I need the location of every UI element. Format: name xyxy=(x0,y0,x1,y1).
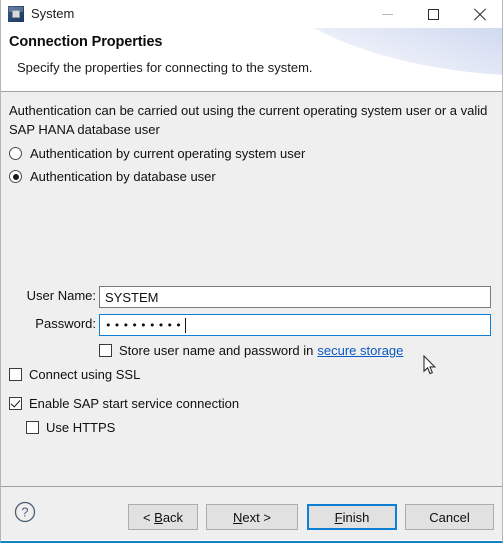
finish-suffix: inish xyxy=(342,509,370,525)
back-prefix: < xyxy=(142,509,155,525)
window-title: System xyxy=(31,6,75,21)
checkbox-store-credentials[interactable]: Store user name and password in secure s… xyxy=(99,343,403,358)
checkbox-indicator xyxy=(99,344,112,357)
next-mnemonic: N xyxy=(233,509,243,525)
password-input[interactable]: ••••••••• xyxy=(99,314,491,336)
radio-auth-os-user[interactable]: Authentication by current operating syst… xyxy=(9,146,305,161)
checkbox-label: Store user name and password in xyxy=(119,343,314,358)
content-panel: Authentication can be carried out using … xyxy=(1,92,502,487)
page-title: Connection Properties xyxy=(9,34,163,50)
checkbox-connect-using-ssl[interactable]: Connect using SSL xyxy=(9,367,140,382)
cancel-button[interactable]: Cancel xyxy=(405,504,494,530)
radio-auth-database-user[interactable]: Authentication by database user xyxy=(9,169,216,184)
title-bar: System xyxy=(1,0,502,28)
radio-label: Authentication by current operating syst… xyxy=(30,146,306,161)
checkbox-use-https[interactable]: Use HTTPS xyxy=(26,420,115,435)
next-button[interactable]: Next > xyxy=(206,504,298,530)
back-mnemonic: B xyxy=(154,509,163,525)
finish-mnemonic: F xyxy=(334,509,343,525)
help-icon[interactable]: ? xyxy=(14,501,36,523)
back-suffix: ack xyxy=(162,509,184,525)
radio-indicator xyxy=(9,170,22,183)
cancel-label: Cancel xyxy=(429,509,470,525)
username-label: User Name: xyxy=(26,288,96,303)
back-button[interactable]: < Back xyxy=(128,504,198,530)
svg-text:?: ? xyxy=(22,506,29,520)
wizard-header: Connection Properties Specify the proper… xyxy=(1,28,502,92)
minimize-icon xyxy=(381,13,393,15)
password-masked-value: ••••••••• xyxy=(105,318,185,332)
maximize-button[interactable] xyxy=(410,0,456,28)
minimize-button[interactable] xyxy=(364,0,410,28)
close-icon xyxy=(473,8,486,21)
auth-description: Authentication can be carried out using … xyxy=(9,103,488,137)
dialog-window: System Connection Properties Specify the… xyxy=(0,0,503,543)
username-input[interactable] xyxy=(99,286,491,308)
password-label: Password: xyxy=(35,316,96,331)
checkbox-indicator xyxy=(9,368,22,381)
checkbox-label: Connect using SSL xyxy=(29,367,141,382)
radio-indicator xyxy=(9,147,22,160)
checkbox-indicator xyxy=(26,421,39,434)
system-window-icon xyxy=(8,6,24,22)
username-label-box: User Name: xyxy=(1,286,96,308)
secure-storage-link[interactable]: secure storage xyxy=(317,343,403,358)
radio-label: Authentication by database user xyxy=(30,169,216,184)
text-caret xyxy=(185,317,187,333)
checkbox-label: Enable SAP start service connection xyxy=(29,396,240,411)
close-button[interactable] xyxy=(456,0,502,28)
finish-button[interactable]: Finish xyxy=(307,504,397,530)
maximize-icon xyxy=(427,8,439,20)
checkbox-enable-sap-start-service[interactable]: Enable SAP start service connection xyxy=(9,396,239,411)
checkbox-label: Use HTTPS xyxy=(46,420,116,435)
checkbox-indicator xyxy=(9,397,22,410)
next-suffix: ext > xyxy=(242,509,271,525)
page-subtitle: Specify the properties for connecting to… xyxy=(17,60,313,75)
password-label-box: Password: xyxy=(1,314,96,336)
